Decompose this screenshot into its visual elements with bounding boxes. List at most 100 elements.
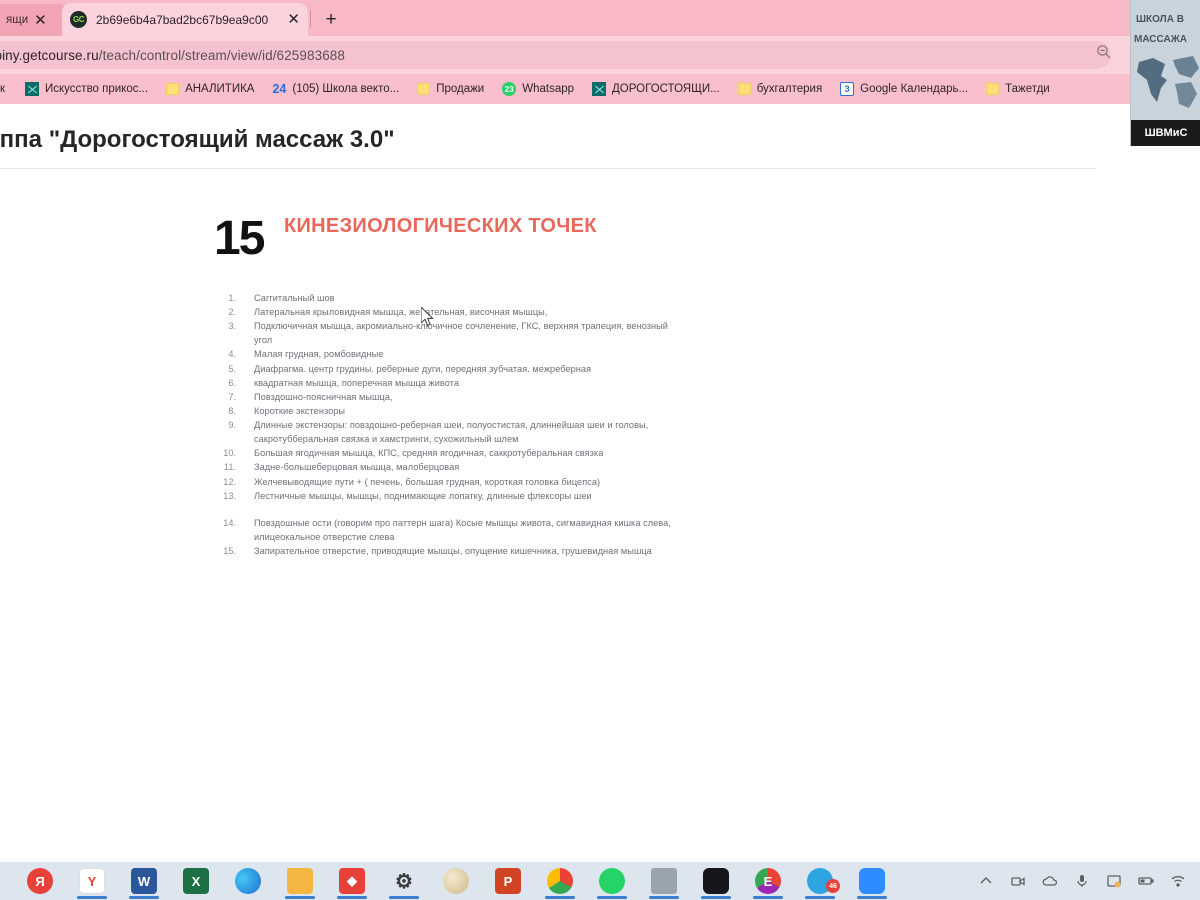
list-item-text: Запирательное отверстие, приводящие мышц… [254,545,652,556]
list-item-text: Саггитальный шов [254,293,335,303]
list-item: 10. Большая ягодичная мышца, КПС, средня… [214,447,684,461]
tab-close-icon[interactable]: ✕ [34,13,47,28]
bookmark-label: Google Календарь... [860,83,969,95]
list-item-number: 15. [223,545,236,556]
slide-big-number: 15 [214,212,265,265]
list-item: 4. Малая грудная, ромбовидные [214,348,684,362]
windows-taskbar: Я Y W X ◆ ⚙ P E 46 [0,862,1200,900]
getcourse-favicon-icon: GC [70,11,87,28]
screen-record-icon[interactable] [1010,873,1026,889]
address-bar-url: espiny.getcourse.ru/teach/control/stream… [0,48,345,63]
bookmarks-bar: к Искусство прикос... АНАЛИТИКА 24 (105)… [0,74,1200,104]
video-channel-badge: ШВМиС [1131,120,1200,146]
bookmark-item-cut[interactable]: к [0,77,16,101]
list-item-text: Повздошные ости (говорим про паттерн шаг… [254,518,671,542]
bookmark-label: бухгалтерия [756,83,823,95]
tab-separator [310,10,311,27]
list-item: 7. Повздошно-поясничная мышца, [214,391,684,405]
tab-strip: ящи ✕ GC 2b69e6b4a7bad2bc67b9ea9c00 ✕ + [0,0,1200,36]
list-item-number: 1. [228,293,236,303]
list-item-text: Латеральная крыловидная мышца, жевательн… [254,307,548,318]
taskbar-powerpoint-icon[interactable]: P [482,862,534,900]
list-item: 12. Желчевыводящие пути + ( печень, боль… [214,476,684,490]
video-title-line1: ШКОЛА В [1136,14,1184,25]
list-item: 5. Диафрагма. центр грудины. реберные ду… [214,363,684,377]
battery-icon[interactable] [1138,873,1154,889]
list-item-number: 11. [223,462,236,473]
list-item-number: 3. [228,321,236,332]
bookmark-label: ДОРОГОСТОЯЩИ... [612,83,720,95]
page-title: -группа "Дорогостоящий массаж 3.0" [0,126,395,153]
list-item: 1. Саггитальный шов [214,292,684,306]
address-bar[interactable]: espiny.getcourse.ru/teach/control/stream… [0,41,1111,69]
taskbar-telegram-icon[interactable]: 46 [794,862,846,900]
list-item-text: Лестничные мышцы, мышцы, поднимающие лоп… [254,490,592,501]
bookmark-item-shkola-vekto[interactable]: 24 (105) Школа векто... [263,77,408,101]
list-item-text: квадратная мышца, поперечная мышца живот… [254,377,459,388]
wifi-icon[interactable] [1170,873,1186,889]
folder-icon [417,83,431,95]
page-content: -группа "Дорогостоящий массаж 3.0" агнос… [0,104,1200,862]
show-hidden-icons-chevron-icon[interactable] [978,873,994,889]
list-item-text: Малая грудная, ромбовидные [254,349,384,360]
list-item-text: Длинные экстензоры: повздошно-реберная ш… [254,420,649,445]
bookmark-item-iskusstvo[interactable]: Искусство прикос... [16,77,157,101]
list-item: 8. Короткие экстензоры [214,405,684,419]
zoom-out-icon[interactable] [1095,43,1112,60]
bookmark-label: (105) Школа векто... [292,83,400,95]
tab-active[interactable]: GC 2b69e6b4a7bad2bc67b9ea9c00 ✕ [62,3,308,36]
video-title-line2: МАССАЖА [1134,34,1187,45]
folder-icon [986,83,1000,95]
browser-window: ящи ✕ GC 2b69e6b4a7bad2bc67b9ea9c00 ✕ + … [0,0,1200,900]
bookmark-item-dorogostoyashchi[interactable]: ДОРОГОСТОЯЩИ... [583,77,729,101]
taskbar-file-explorer-icon[interactable] [274,862,326,900]
system-tray [978,873,1186,889]
taskbar-yandex-search-icon[interactable]: Y [66,862,118,900]
bookmark-item-analitika[interactable]: АНАЛИТИКА [157,77,263,101]
list-item: 15. Запирательное отверстие, приводящие … [214,545,684,559]
taskbar-yandex-browser-icon[interactable]: Я [14,862,66,900]
list-item-text: Подключичная мышца, акромиально-ключично… [254,321,668,346]
taskbar-chrome-edge-icon[interactable]: E [742,862,794,900]
bookmark-label: Whatsapp [522,83,575,95]
tab-inactive[interactable]: ящи ✕ [0,4,68,36]
taskbar-browser-globe-icon[interactable] [430,862,482,900]
list-item-number: 8. [228,406,236,417]
taskbar-word-icon[interactable]: W [118,862,170,900]
taskbar-abbyy-icon[interactable]: ◆ [326,862,378,900]
taskbar-printer-icon[interactable] [638,862,690,900]
taskbar-excel-icon[interactable]: X [170,862,222,900]
list-item: 9. Длинные экстензоры: повздошно-реберна… [214,419,684,446]
list-item-number: 10. [223,448,236,459]
taskbar-whatsapp-icon[interactable] [586,862,638,900]
mouse-cursor-icon [421,307,434,327]
world-map-icon [1131,54,1200,114]
bookmark-item-buhgalteria[interactable]: бухгалтерия [729,77,831,101]
bookmark-item-prodazhi[interactable]: Продажи [408,77,493,101]
microphone-icon[interactable] [1074,873,1090,889]
taskbar-edge-icon[interactable] [222,862,274,900]
new-tab-button[interactable]: + [320,8,342,30]
onedrive-cloud-icon[interactable] [1042,873,1058,889]
video-overlay-panel[interactable]: ШКОЛА В МАССАЖА ШВМиС [1130,0,1200,146]
whatsapp-icon: 23 [502,82,517,96]
kinesiology-points-list: 1. Саггитальный шов 2. Латеральная крыло… [214,292,684,559]
picture-icon[interactable] [1106,873,1122,889]
list-item: 14. Повздошные ости (говорим про паттерн… [214,517,684,544]
bookmark-item-whatsapp[interactable]: 23 Whatsapp [493,77,583,101]
google-calendar-icon: 3 [840,82,855,96]
bookmark-item-google-calendar[interactable]: 3 Google Календарь... [831,77,977,101]
list-item-number: 4. [228,349,236,360]
taskbar-chrome-profile-icon[interactable] [534,862,586,900]
list-item-text: Короткие экстензоры [254,406,346,417]
list-item-number: 6. [228,377,236,388]
taskbar-settings-gear-icon[interactable]: ⚙ [378,862,430,900]
taskbar-qbittorrent-icon[interactable] [690,862,742,900]
list-item-text: Желчевыводящие пути + ( печень, большая … [254,476,601,487]
taskbar-zoom-icon[interactable] [846,862,898,900]
bookmark-item-tazhetdi[interactable]: Тажетди [977,77,1059,101]
url-domain: espiny.getcourse.ru [0,47,99,63]
tab-close-icon[interactable]: ✕ [287,12,300,27]
list-item-number: 5. [228,363,236,374]
